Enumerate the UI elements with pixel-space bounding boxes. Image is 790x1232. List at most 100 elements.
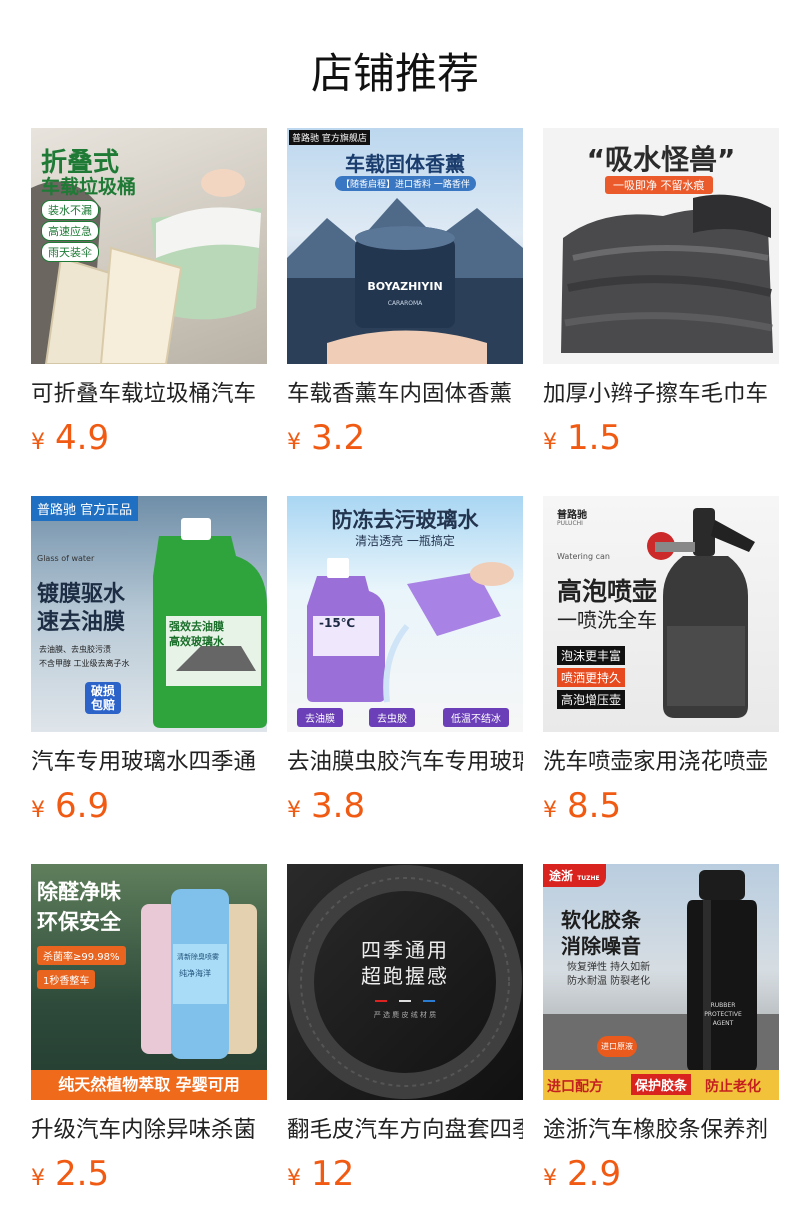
currency-symbol: ¥ — [31, 1166, 45, 1191]
brand-badge: 普路驰 官方正品 — [31, 496, 139, 521]
product-card[interactable]: 普路驰 PULUCHI Watering can 高泡喷壶 一喷洗全车 泡沫更丰… — [543, 496, 779, 864]
currency-symbol: ¥ — [31, 798, 45, 823]
product-price: ¥4.9 — [31, 418, 267, 458]
price-value: 3.2 — [311, 418, 366, 458]
product-name[interactable]: 去油膜虫胶汽车专用玻璃水 — [287, 746, 523, 778]
product-card[interactable]: 除醛净味 环保安全 杀菌率≥99.98% 1秒香整车 清新除臭喷雾 纯净海洋 纯… — [31, 864, 267, 1232]
brand-label: BOYAZHIYIN — [367, 280, 443, 293]
product-card[interactable]: “吸水怪兽” 一吸即净 不留水痕 加厚小辫子擦车毛巾车 ¥1.5 — [543, 128, 779, 496]
image-tag: 高泡增压壶 — [557, 690, 626, 709]
product-price: ¥1.5 — [543, 418, 779, 458]
product-name[interactable]: 可折叠车载垃圾桶汽车 — [31, 378, 267, 410]
image-small-text: Watering can — [557, 552, 610, 561]
product-price: ¥2.5 — [31, 1154, 267, 1194]
product-image-steering-cover[interactable]: 四季通用 超跑握感 严 选 麂 皮 绒 材 质 — [287, 864, 523, 1100]
product-grid: 折叠式 车载垃圾桶 装水不漏 高速应急 雨天装伞 可折叠车载垃圾桶汽车 ¥4.9… — [31, 128, 779, 1232]
brand-en: PULUCHI — [557, 520, 583, 527]
product-name[interactable]: 汽车专用玻璃水四季通 — [31, 746, 267, 778]
product-image-trash-bin[interactable]: 折叠式 车载垃圾桶 装水不漏 高速应急 雨天装伞 — [31, 128, 267, 364]
origin-stamp: 进口原液 — [597, 1036, 637, 1057]
product-name[interactable]: 升级汽车内除异味杀菌 — [31, 1114, 267, 1146]
image-tag: 1秒香整车 — [37, 970, 96, 989]
section-title: 店铺推荐 — [310, 49, 479, 98]
product-name[interactable]: 翻毛皮汽车方向盘套四季 — [287, 1114, 523, 1146]
product-image-antifreeze[interactable]: 防冻去污玻璃水 清洁透亮 一瓶搞定 -15℃ 去油膜 去虫胶 低温不结冰 — [287, 496, 523, 732]
currency-symbol: ¥ — [31, 430, 45, 455]
brand-badge: 途浙 TUZHE — [543, 864, 606, 887]
bottle-label: 高效玻璃水 — [169, 635, 224, 648]
currency-symbol: ¥ — [287, 798, 301, 823]
guarantee-stamp: 破损包赔 — [85, 682, 121, 714]
image-title: 高泡喷壶 — [557, 577, 658, 606]
product-image-deodorizer[interactable]: 除醛净味 环保安全 杀菌率≥99.98% 1秒香整车 清新除臭喷雾 纯净海洋 纯… — [31, 864, 267, 1100]
bottom-tag: 防止老化 — [705, 1079, 761, 1095]
product-card[interactable]: 途浙 TUZHE 软化胶条 消除噪音 恢复弹性 持久如新 防水耐温 防裂老化 R… — [543, 864, 779, 1232]
image-sub-line: 防水耐温 防裂老化 — [567, 976, 651, 987]
image-subtitle: 一喷洗全车 — [557, 608, 657, 632]
image-tag: 装水不漏 — [41, 200, 99, 220]
bottle-label: 强效去油膜 — [169, 620, 224, 633]
image-title: 软化胶条 — [561, 908, 641, 932]
product-price: ¥2.9 — [543, 1154, 779, 1194]
product-image-glass-water[interactable]: 普路驰 官方正品 Glass of water 镀膜驱水 速去油膜 去油膜、去虫… — [31, 496, 267, 732]
brand-badge-text: 普路驰 — [292, 134, 320, 144]
official-badge-text: 官方正品 — [80, 503, 133, 518]
bottom-tag: 进口配方 — [547, 1079, 603, 1095]
price-value: 8.5 — [567, 786, 622, 826]
image-bottom-banner: 纯天然植物萃取 孕婴可用 — [31, 1070, 267, 1100]
image-tag: 去虫胶 — [369, 708, 415, 727]
currency-symbol: ¥ — [543, 430, 557, 455]
product-card[interactable]: 四季通用 超跑握感 严 选 麂 皮 绒 材 质 翻毛皮汽车方向盘套四季 ¥12 — [287, 864, 523, 1232]
price-value: 6.9 — [55, 786, 110, 826]
image-title: 四季通用 — [361, 938, 449, 962]
product-price: ¥12 — [287, 1154, 523, 1194]
can-sublabel: 纯净海洋 — [179, 969, 211, 978]
brand-en: TUZHE — [577, 875, 600, 882]
image-tag: 雨天装伞 — [41, 242, 99, 262]
bottle-label: RUBBER — [710, 1002, 736, 1009]
product-image-towel[interactable]: “吸水怪兽” 一吸即净 不留水痕 — [543, 128, 779, 364]
image-tag: 低温不结冰 — [443, 708, 509, 727]
product-image-car-aroma[interactable]: 普路驰 官方旗舰店 车载固体香薰 【随香启程】进口香料 一路香伴 BOYAZHI… — [287, 128, 523, 364]
image-title: 防冻去污玻璃水 — [331, 508, 479, 532]
image-tag: 杀菌率≥99.98% — [37, 946, 126, 965]
image-title: 车载固体香薰 — [345, 152, 465, 176]
image-title: 除醛净味 — [37, 880, 121, 904]
product-price: ¥3.2 — [287, 418, 523, 458]
image-bullet: 去油膜、去虫胶污渍 — [39, 645, 111, 654]
brand-badge-text: 途浙 — [549, 869, 574, 883]
product-card[interactable]: 折叠式 车载垃圾桶 装水不漏 高速应急 雨天装伞 可折叠车载垃圾桶汽车 ¥4.9 — [31, 128, 267, 496]
price-value: 2.9 — [567, 1154, 622, 1194]
product-image-sprayer[interactable]: 普路驰 PULUCHI Watering can 高泡喷壶 一喷洗全车 泡沫更丰… — [543, 496, 779, 732]
brand-badge: 普路驰 — [557, 510, 587, 521]
image-tag: 去油膜 — [297, 708, 343, 727]
product-card[interactable]: 普路驰 官方正品 Glass of water 镀膜驱水 速去油膜 去油膜、去虫… — [31, 496, 267, 864]
product-card[interactable]: 普路驰 官方旗舰店 车载固体香薰 【随香启程】进口香料 一路香伴 BOYAZHI… — [287, 128, 523, 496]
image-title: “吸水怪兽” — [586, 143, 736, 176]
product-card[interactable]: 防冻去污玻璃水 清洁透亮 一瓶搞定 -15℃ 去油膜 去虫胶 低温不结冰 去油膜… — [287, 496, 523, 864]
bottle-label: PROTECTIVE — [704, 1011, 742, 1018]
image-subtitle: 清洁透亮 一瓶搞定 — [355, 534, 455, 548]
product-name[interactable]: 加厚小辫子擦车毛巾车 — [543, 378, 779, 410]
product-name[interactable]: 车载香薰车内固体香薰 — [287, 378, 523, 410]
product-image-rubber-agent[interactable]: 途浙 TUZHE 软化胶条 消除噪音 恢复弹性 持久如新 防水耐温 防裂老化 R… — [543, 864, 779, 1100]
product-price: ¥6.9 — [31, 786, 267, 826]
image-subtitle: 环保安全 — [37, 910, 121, 934]
price-value: 1.5 — [567, 418, 622, 458]
brand-badge: 普路驰 官方旗舰店 — [289, 130, 370, 145]
product-price: ¥3.8 — [287, 786, 523, 826]
price-value: 3.8 — [311, 786, 366, 826]
currency-symbol: ¥ — [543, 798, 557, 823]
brand-sublabel: CARAROMA — [387, 300, 423, 307]
price-value: 2.5 — [55, 1154, 110, 1194]
price-value: 12 — [311, 1154, 355, 1194]
image-subtitle: 超跑握感 — [361, 964, 449, 988]
image-subtitle: 【随香启程】进口香料 一路香伴 — [335, 176, 476, 191]
image-small-text: 严 选 麂 皮 绒 材 质 — [373, 1011, 437, 1019]
image-tag: 喷洒更持久 — [557, 668, 626, 687]
bottle-label: AGENT — [712, 1020, 734, 1027]
product-name[interactable]: 途浙汽车橡胶条保养剂 — [543, 1114, 779, 1146]
price-value: 4.9 — [55, 418, 110, 458]
image-subtitle: 消除噪音 — [561, 934, 641, 958]
product-name[interactable]: 洗车喷壶家用浇花喷壶 — [543, 746, 779, 778]
